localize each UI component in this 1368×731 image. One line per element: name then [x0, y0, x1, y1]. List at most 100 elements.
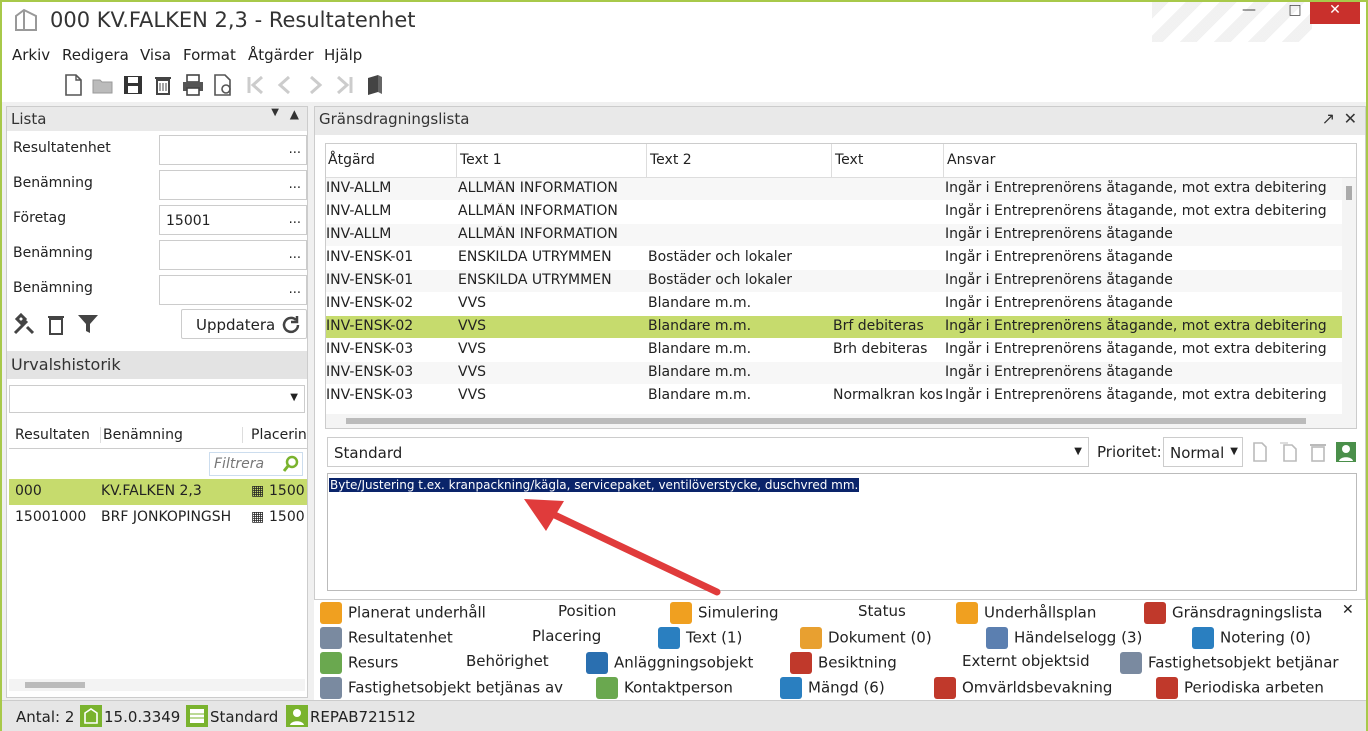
benamning-field-3[interactable]: ... [159, 275, 307, 305]
grid-row[interactable]: INV-ENSK-03 VVS Blandare m.m. Normalkran ko… [326, 385, 1356, 408]
link-item[interactable]: Resultatenhet [320, 627, 453, 649]
minimize-button[interactable]: — [1226, 2, 1272, 28]
priority-select[interactable]: Normal ▼ [1163, 437, 1243, 467]
link-item[interactable]: Gränsdragningslista [1144, 602, 1322, 624]
print-icon[interactable] [180, 72, 206, 98]
col-ansvar[interactable]: Ansvar [945, 152, 995, 168]
scroll-thumb[interactable] [346, 418, 1306, 424]
col-text1[interactable]: Text 1 [458, 152, 502, 168]
link-item[interactable]: Omvärldsbevakning [934, 677, 1112, 699]
grid-row[interactable]: INV-ENSK-01 ENSKILDA UTRYMMEN Bostäder och… [326, 247, 1356, 270]
link-item[interactable]: Planerat underhåll [320, 602, 486, 624]
history-combo[interactable]: ▼ [9, 385, 305, 413]
link-item[interactable]: Text (1) [658, 627, 742, 649]
close-panel-icon[interactable]: ✕ [1344, 109, 1357, 128]
menu-atgarder[interactable]: Åtgärder [248, 46, 314, 64]
grid-vertical-scrollbar[interactable] [1342, 178, 1356, 428]
col-atgard[interactable]: Åtgärd [326, 152, 375, 168]
popout-icon[interactable]: ↗ [1322, 109, 1335, 128]
link-item[interactable]: Besiktning [790, 652, 897, 674]
menu-hjalp[interactable]: Hjälp [324, 46, 362, 64]
new-text-icon[interactable] [1249, 441, 1271, 463]
link-item[interactable]: Kontaktperson [596, 677, 733, 699]
browse-button[interactable]: ... [289, 247, 301, 262]
open-folder-icon[interactable] [90, 72, 116, 98]
benamning-field-1[interactable]: ... [159, 170, 307, 200]
link-item[interactable]: Status [858, 602, 906, 620]
first-record-icon[interactable] [242, 72, 268, 98]
tools-icon[interactable] [11, 311, 37, 337]
new-document-icon[interactable] [60, 72, 86, 98]
link-item[interactable]: Fastighetsobjekt betjänar [1120, 652, 1339, 674]
link-item[interactable]: Notering (0) [1192, 627, 1311, 649]
col-resultaten[interactable]: Resultaten [15, 427, 101, 443]
link-item[interactable]: Externt objektsid [962, 652, 1090, 670]
browse-button[interactable]: ... [289, 142, 301, 157]
copy-text-icon[interactable] [1277, 441, 1299, 463]
link-item[interactable]: Placering [532, 627, 601, 645]
close-links-icon[interactable]: ✕ [1342, 602, 1354, 618]
note-textarea[interactable]: Byte/Justering t.ex. kranpackning/kägla,… [327, 473, 1357, 591]
panel-dropdown-icon[interactable]: ▼ [271, 107, 279, 118]
delete-icon[interactable] [150, 72, 176, 98]
benamning-field-2[interactable]: ... [159, 240, 307, 270]
manual-icon[interactable] [362, 72, 388, 98]
link-item[interactable]: Underhållsplan [956, 602, 1096, 624]
history-row[interactable]: 000 KV.FALKEN 2,3 ▦ 1500 [9, 479, 307, 505]
link-item[interactable]: Fastighetsobjekt betjänas av [320, 677, 563, 699]
link-item[interactable]: Anläggningsobjekt [586, 652, 753, 674]
grid-row[interactable]: INV-ALLM ALLMÄN INFORMATION Ingår i Entrep… [326, 201, 1356, 224]
clear-icon[interactable] [43, 311, 69, 337]
delete-text-icon[interactable] [1307, 441, 1329, 463]
link-label: Fastighetsobjekt betjänas av [348, 678, 564, 697]
user-icon[interactable] [1335, 441, 1357, 463]
resultatenhet-field[interactable]: ... [159, 135, 307, 165]
link-item[interactable]: Behörighet [466, 652, 549, 670]
filter-icon[interactable] [75, 311, 101, 337]
link-item[interactable]: Resurs [320, 652, 398, 674]
grid-row[interactable]: INV-ENSK-01 ENSKILDA UTRYMMEN Bostäder och… [326, 270, 1356, 293]
grid-row[interactable]: INV-ALLM ALLMÄN INFORMATION Ingår i Entrep… [326, 178, 1356, 201]
link-item[interactable]: Position [558, 602, 616, 620]
grid-row[interactable]: INV-ENSK-02 VVS Blandare m.m. Ingår i Entre… [326, 293, 1356, 316]
pin-icon[interactable]: ▲ [290, 107, 299, 121]
gear-orange-icon [956, 602, 978, 624]
last-record-icon[interactable] [332, 72, 358, 98]
close-window-button[interactable]: ✕ [1310, 2, 1360, 24]
menu-arkiv[interactable]: Arkiv [12, 46, 50, 64]
col-benamning[interactable]: Benämning [103, 427, 243, 443]
col-text2[interactable]: Text 2 [648, 152, 692, 168]
link-item[interactable]: Händelselogg (3) [986, 627, 1142, 649]
save-icon[interactable] [120, 72, 146, 98]
browse-button[interactable]: ... [289, 212, 301, 227]
template-select[interactable]: Standard ▼ [327, 437, 1089, 467]
grid-row[interactable]: INV-ENSK-03 VVS Blandare m.m. Ingår i Entre… [326, 362, 1356, 385]
grid-cell: Blandare m.m. [648, 341, 752, 357]
grid-row[interactable]: INV-ENSK-03 VVS Blandare m.m. Brh debiteras… [326, 339, 1356, 362]
link-item[interactable]: Periodiska arbeten [1156, 677, 1324, 699]
grid-row[interactable]: INV-ENSK-02 VVS Blandare m.m. Brf debiteras… [326, 316, 1356, 339]
col-text[interactable]: Text [833, 152, 863, 168]
menu-redigera[interactable]: Redigera [62, 46, 129, 64]
foretag-field[interactable]: 15001... [159, 205, 307, 235]
previous-record-icon[interactable] [272, 72, 298, 98]
browse-button[interactable]: ... [289, 282, 301, 297]
horizontal-scrollbar[interactable] [9, 679, 305, 691]
filter-input[interactable]: Filtrera [209, 452, 303, 476]
link-item[interactable]: Mängd (6) [780, 677, 885, 699]
browse-button[interactable]: ... [289, 177, 301, 192]
history-row[interactable]: 15001000 BRF JÖNKÖPINGSH ▦ 1500 [9, 505, 307, 531]
grid-row[interactable]: INV-ALLM ALLMÄN INFORMATION Ingår i Entrep… [326, 224, 1356, 247]
link-item[interactable]: Simulering [670, 602, 779, 624]
scroll-thumb[interactable] [25, 682, 85, 688]
link-item[interactable]: Dokument (0) [800, 627, 932, 649]
col-placering[interactable]: Placerin [251, 427, 307, 443]
menu-visa[interactable]: Visa [140, 46, 171, 64]
next-record-icon[interactable] [302, 72, 328, 98]
scroll-thumb[interactable] [1346, 186, 1352, 200]
menu-format[interactable]: Format [183, 46, 236, 64]
grid-horizontal-scrollbar[interactable] [326, 414, 1344, 428]
preview-icon[interactable] [210, 72, 236, 98]
grid-cell: ALLMÄN INFORMATION [458, 226, 618, 242]
update-button[interactable]: Uppdatera [181, 309, 307, 339]
